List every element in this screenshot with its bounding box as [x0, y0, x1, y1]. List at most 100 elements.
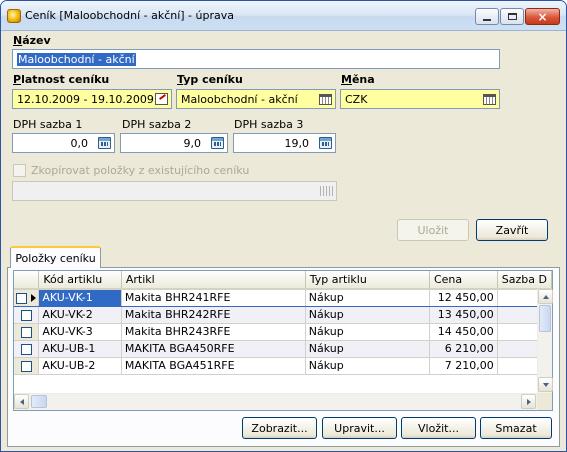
scroll-left-button[interactable]: [14, 394, 29, 409]
validity-label: Platnost ceníku: [13, 73, 110, 86]
vertical-scroll-thumb[interactable]: [539, 305, 551, 332]
vat3-calculator-button[interactable]: [316, 135, 334, 151]
column-header-price[interactable]: Cena: [429, 271, 498, 290]
row-checkbox[interactable]: [20, 309, 32, 321]
copy-items-checkbox-row[interactable]: Zkopírovat položky z existujícího ceníku: [13, 164, 249, 177]
minimize-button[interactable]: [475, 8, 499, 25]
table-row[interactable]: AKU-UB-2 MAKITA BGA451RFE Nákup 7 210,00: [14, 357, 552, 375]
cell-price[interactable]: 13 450,00: [429, 306, 498, 324]
cell-article[interactable]: Makita BHR243RFE: [121, 323, 306, 341]
row-checkbox[interactable]: [16, 292, 28, 304]
column-header-vat[interactable]: Sazba D: [497, 271, 552, 290]
close-button[interactable]: Zavřít: [476, 219, 548, 241]
name-input[interactable]: Maloobchodní - akční: [12, 49, 500, 69]
row-selector[interactable]: [14, 306, 40, 324]
show-button[interactable]: Zobrazit...: [242, 417, 317, 439]
row-checkbox[interactable]: [20, 326, 32, 338]
maximize-button[interactable]: [500, 8, 524, 25]
validity-value: 12.10.2009 - 19.10.2009: [17, 93, 154, 106]
items-table: Kód artiklu Artikl Typ artiklu Cena Sazb…: [14, 271, 552, 375]
calculator-icon: [97, 137, 111, 149]
row-selector[interactable]: [14, 357, 40, 375]
row-selector[interactable]: [14, 289, 40, 307]
cell-code[interactable]: AKU-UB-1: [38, 340, 122, 358]
list-picker-icon: [482, 93, 496, 105]
table-row[interactable]: AKU-VK-1 Makita BHR241RFE Nákup 12 450,0…: [14, 289, 552, 307]
row-selector[interactable]: [14, 323, 40, 341]
cell-type[interactable]: Nákup: [305, 289, 430, 307]
cell-code[interactable]: AKU-VK-3: [38, 323, 122, 341]
pricelist-items-grid[interactable]: Kód artiklu Artikl Typ artiklu Cena Sazb…: [13, 270, 553, 411]
scrollbar-corner: [537, 393, 552, 410]
cell-type[interactable]: Nákup: [305, 357, 430, 375]
cell-price[interactable]: 7 210,00: [429, 357, 498, 375]
cell-code[interactable]: AKU-UB-2: [38, 357, 122, 375]
scroll-right-button[interactable]: [521, 394, 536, 409]
vat2-value: 9,0: [183, 137, 202, 150]
horizontal-scroll-thumb[interactable]: [31, 395, 47, 408]
close-window-button[interactable]: ×: [525, 8, 560, 25]
vat1-calculator-button[interactable]: [95, 135, 113, 151]
vat3-value: 19,0: [284, 137, 310, 150]
cell-type[interactable]: Nákup: [305, 340, 430, 358]
vat1-label: DPH sazba 1: [13, 118, 83, 131]
currency-field[interactable]: CZK: [340, 89, 500, 109]
copy-source-field[interactable]: [12, 181, 337, 201]
row-selector[interactable]: [14, 340, 40, 358]
scroll-left-icon: [19, 398, 24, 405]
cell-type[interactable]: Nákup: [305, 306, 430, 324]
validity-field[interactable]: 12.10.2009 - 19.10.2009: [12, 89, 172, 109]
cell-article[interactable]: Makita BHR241RFE: [121, 289, 306, 307]
tab-pricelist-items[interactable]: Položky ceníku: [10, 246, 101, 268]
cell-article[interactable]: MAKITA BGA450RFE: [121, 340, 306, 358]
row-checkbox[interactable]: [20, 343, 32, 355]
vat2-label: DPH sazba 2: [122, 118, 192, 131]
save-button[interactable]: Uložit: [397, 219, 469, 241]
row-checkbox[interactable]: [20, 360, 32, 372]
maximize-icon: [507, 13, 517, 20]
window-title: Ceník [Maloobchodní - akční] - úprava: [25, 9, 234, 22]
column-header-code[interactable]: Kód artiklu: [38, 271, 122, 290]
copy-items-checkbox[interactable]: [13, 164, 26, 177]
vat2-input[interactable]: 9,0: [120, 133, 228, 153]
cell-article[interactable]: Makita BHR242RFE: [121, 306, 306, 324]
copy-items-label: Zkopírovat položky z existujícího ceníku: [31, 164, 250, 177]
scroll-down-icon: [542, 382, 549, 387]
cell-type[interactable]: Nákup: [305, 323, 430, 341]
scroll-up-button[interactable]: [538, 289, 553, 304]
insert-button[interactable]: Vložit...: [401, 417, 476, 439]
pricelist-type-field[interactable]: Maloobchodní - akční: [176, 89, 336, 109]
vat3-input[interactable]: 19,0: [233, 133, 336, 153]
header-corner: [14, 271, 40, 290]
cell-price[interactable]: 14 450,00: [429, 323, 498, 341]
vertical-scrollbar[interactable]: [537, 289, 553, 393]
copy-source-picker-button[interactable]: [317, 183, 335, 199]
cell-price[interactable]: 12 450,00: [429, 289, 498, 307]
delete-button[interactable]: Smazat: [480, 417, 552, 439]
table-row[interactable]: AKU-UB-1 MAKITA BGA450RFE Nákup 6 210,00: [14, 340, 552, 358]
vat2-calculator-button[interactable]: [208, 135, 226, 151]
cell-code[interactable]: AKU-VK-1: [38, 289, 122, 307]
currency-picker-button[interactable]: [480, 91, 498, 107]
column-header-type[interactable]: Typ artiklu: [305, 271, 430, 290]
cell-article[interactable]: MAKITA BGA451RFE: [121, 357, 306, 375]
scroll-down-button[interactable]: [538, 377, 553, 392]
title-bar[interactable]: Ceník [Maloobchodní - akční] - úprava ×: [1, 1, 566, 31]
pricelist-type-picker-button[interactable]: [316, 91, 334, 107]
list-picker-icon: [319, 186, 333, 196]
table-row[interactable]: AKU-VK-3 Makita BHR243RFE Nákup 14 450,0…: [14, 323, 552, 341]
table-header-row: Kód artiklu Artikl Typ artiklu Cena Sazb…: [14, 271, 552, 290]
cell-code[interactable]: AKU-VK-2: [38, 306, 122, 324]
cell-price[interactable]: 6 210,00: [429, 340, 498, 358]
vat1-input[interactable]: 0,0: [12, 133, 115, 153]
validity-picker-button[interactable]: [152, 91, 170, 107]
edit-button[interactable]: Upravit...: [322, 417, 397, 439]
currency-value: CZK: [345, 93, 368, 106]
current-row-indicator-icon: [30, 294, 36, 303]
pricelist-type-value: Maloobchodní - akční: [181, 93, 298, 106]
calculator-icon: [318, 137, 332, 149]
horizontal-scrollbar[interactable]: [14, 393, 537, 410]
column-header-article[interactable]: Artikl: [121, 271, 306, 290]
table-row[interactable]: AKU-VK-2 Makita BHR242RFE Nákup 13 450,0…: [14, 306, 552, 324]
calendar-edit-icon: [154, 93, 168, 105]
